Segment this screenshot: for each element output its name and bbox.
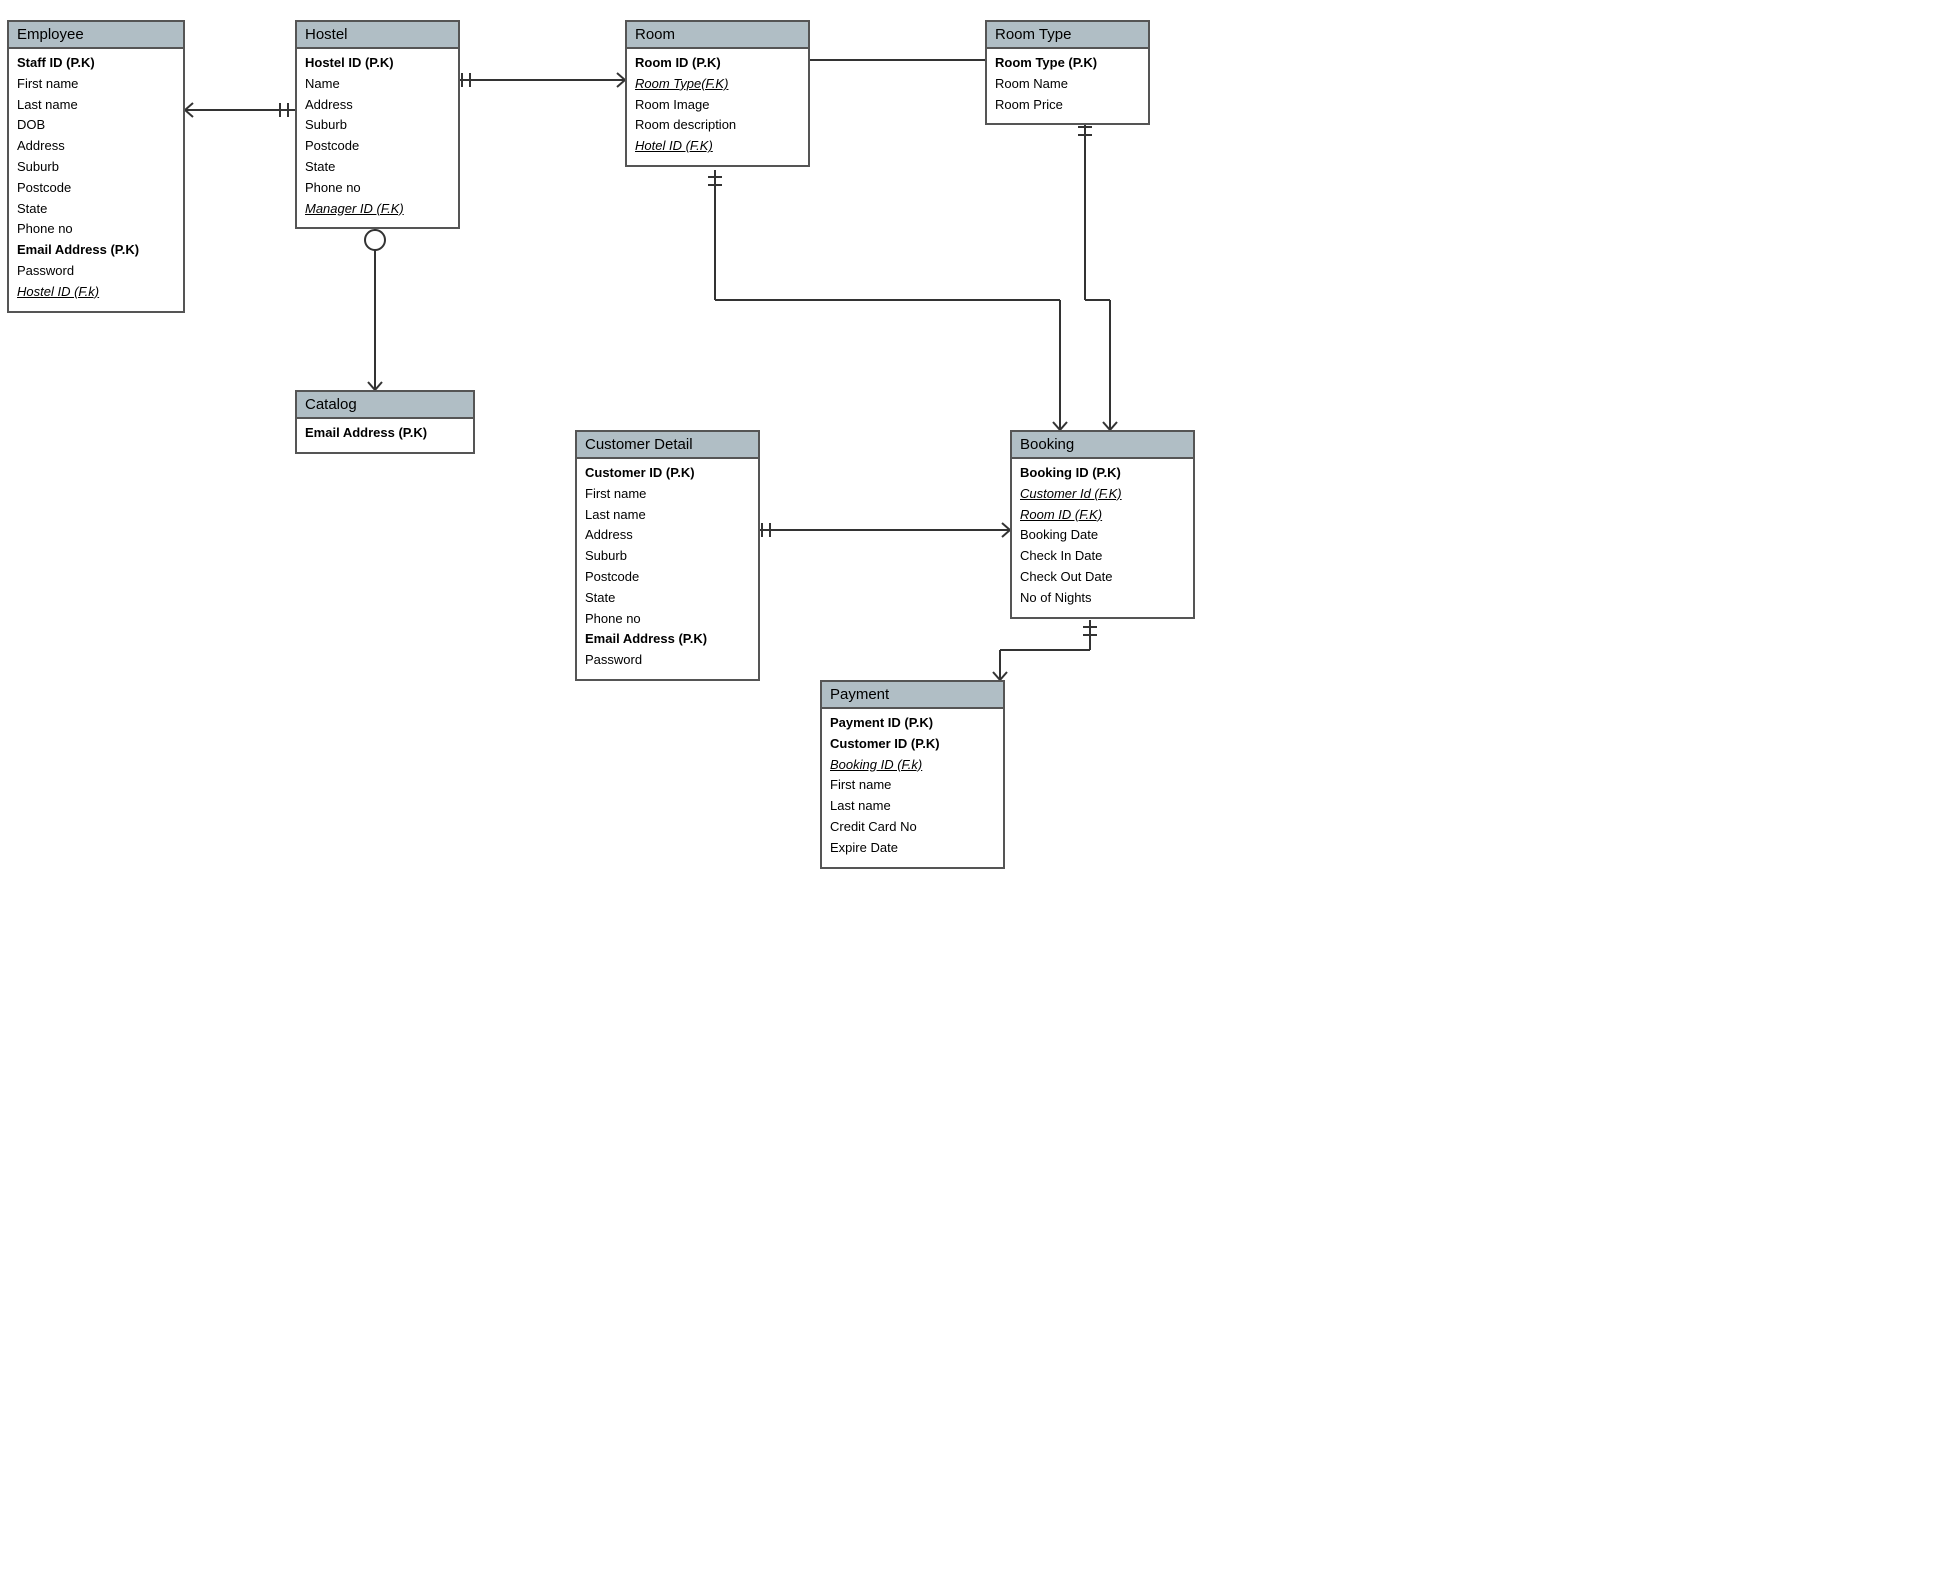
field: Password (585, 650, 750, 671)
field: Customer Id (F.K) (1020, 484, 1185, 505)
field: Booking ID (F.k) (830, 755, 995, 776)
field: Email Address (P.K) (305, 423, 465, 444)
entity-booking: Booking Booking ID (P.K) Customer Id (F.… (1010, 430, 1195, 619)
field: Email Address (P.K) (585, 629, 750, 650)
entity-employee: Employee Staff ID (P.K) First name Last … (7, 20, 185, 313)
field: Room Name (995, 74, 1140, 95)
entity-catalog-body: Email Address (P.K) (297, 419, 473, 452)
field: Phone no (305, 178, 450, 199)
field: Customer ID (P.K) (830, 734, 995, 755)
entity-room-header: Room (627, 22, 808, 49)
field: First name (830, 775, 995, 796)
field: Password (17, 261, 175, 282)
field: Last name (585, 505, 750, 526)
entity-booking-header: Booking (1012, 432, 1193, 459)
field: First name (17, 74, 175, 95)
field: Name (305, 74, 450, 95)
field: State (17, 199, 175, 220)
field: Hostel ID (P.K) (305, 53, 450, 74)
entity-roomtype: Room Type Room Type (P.K) Room Name Room… (985, 20, 1150, 125)
field: Last name (830, 796, 995, 817)
field: Address (17, 136, 175, 157)
field: Room ID (F.K) (1020, 505, 1185, 526)
field: Expire Date (830, 838, 995, 859)
entity-roomtype-body: Room Type (P.K) Room Name Room Price (987, 49, 1148, 123)
field: Postcode (305, 136, 450, 157)
entity-hostel: Hostel Hostel ID (P.K) Name Address Subu… (295, 20, 460, 229)
field: Room Type (P.K) (995, 53, 1140, 74)
entity-payment-header: Payment (822, 682, 1003, 709)
field: Suburb (585, 546, 750, 567)
field: Manager ID (F.K) (305, 199, 450, 220)
field: First name (585, 484, 750, 505)
field: Check In Date (1020, 546, 1185, 567)
field: Credit Card No (830, 817, 995, 838)
entity-booking-body: Booking ID (P.K) Customer Id (F.K) Room … (1012, 459, 1193, 617)
field: Suburb (17, 157, 175, 178)
field: State (585, 588, 750, 609)
entity-payment: Payment Payment ID (P.K) Customer ID (P.… (820, 680, 1005, 869)
field: Suburb (305, 115, 450, 136)
field: State (305, 157, 450, 178)
field: Address (305, 95, 450, 116)
field: Room Type(F.K) (635, 74, 800, 95)
field: Check Out Date (1020, 567, 1185, 588)
field: Room Image (635, 95, 800, 116)
field: Phone no (17, 219, 175, 240)
field: Postcode (585, 567, 750, 588)
field: Room ID (P.K) (635, 53, 800, 74)
field: No of Nights (1020, 588, 1185, 609)
field: Staff ID (P.K) (17, 53, 175, 74)
entity-customerdetail-header: Customer Detail (577, 432, 758, 459)
entity-payment-body: Payment ID (P.K) Customer ID (P.K) Booki… (822, 709, 1003, 867)
field: DOB (17, 115, 175, 136)
field: Booking Date (1020, 525, 1185, 546)
field: Room Price (995, 95, 1140, 116)
entity-hostel-header: Hostel (297, 22, 458, 49)
entity-employee-header: Employee (9, 22, 183, 49)
entity-customerdetail-body: Customer ID (P.K) First name Last name A… (577, 459, 758, 679)
entity-catalog-header: Catalog (297, 392, 473, 419)
field: Last name (17, 95, 175, 116)
field: Customer ID (P.K) (585, 463, 750, 484)
field: Payment ID (P.K) (830, 713, 995, 734)
entity-roomtype-header: Room Type (987, 22, 1148, 49)
field: Booking ID (P.K) (1020, 463, 1185, 484)
field: Postcode (17, 178, 175, 199)
field: Room description (635, 115, 800, 136)
field: Email Address (P.K) (17, 240, 175, 261)
field: Hotel ID (F.K) (635, 136, 800, 157)
field: Address (585, 525, 750, 546)
entity-catalog: Catalog Email Address (P.K) (295, 390, 475, 454)
field: Phone no (585, 609, 750, 630)
entity-employee-body: Staff ID (P.K) First name Last name DOB … (9, 49, 183, 311)
field: Hostel ID (F.k) (17, 282, 175, 303)
entity-room: Room Room ID (P.K) Room Type(F.K) Room I… (625, 20, 810, 167)
entity-room-body: Room ID (P.K) Room Type(F.K) Room Image … (627, 49, 808, 165)
entity-hostel-body: Hostel ID (P.K) Name Address Suburb Post… (297, 49, 458, 227)
entity-customerdetail: Customer Detail Customer ID (P.K) First … (575, 430, 760, 681)
